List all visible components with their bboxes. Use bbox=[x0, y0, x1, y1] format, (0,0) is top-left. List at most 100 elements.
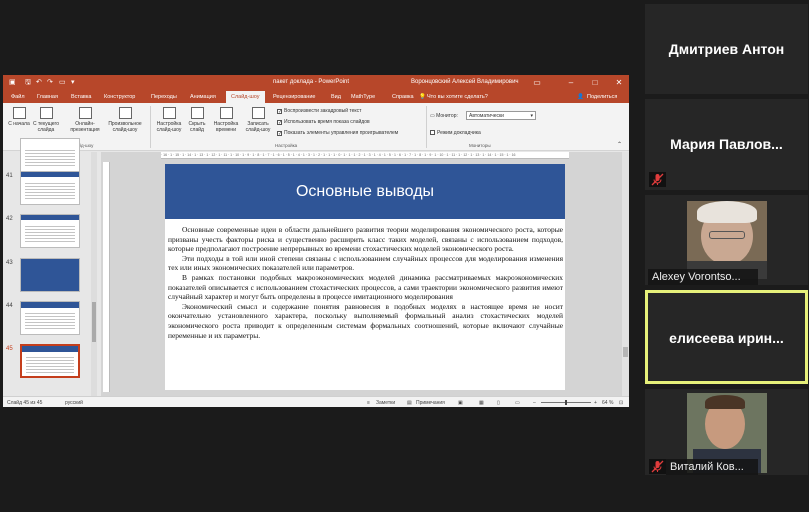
online-present-button[interactable]: Онлайн-презентация bbox=[67, 107, 103, 133]
group-divider bbox=[150, 106, 151, 148]
slide-sorter-icon[interactable]: ▦ bbox=[479, 400, 484, 406]
paragraph: В рамках постановки подобных макроэконом… bbox=[168, 272, 563, 302]
from-start-button[interactable]: С начала bbox=[7, 107, 31, 127]
tab-help[interactable]: Справка bbox=[392, 94, 414, 100]
group-label-setup: Настройка bbox=[275, 143, 298, 148]
ribbon-display-icon[interactable]: ▭ bbox=[527, 75, 547, 90]
slide-thumbnail[interactable] bbox=[20, 214, 80, 248]
slide-number: 45 bbox=[6, 346, 13, 352]
presenter-view-checkbox[interactable]: Режим докладчика bbox=[430, 130, 481, 136]
reading-view-icon[interactable]: ▯ bbox=[497, 400, 500, 406]
slide-editing-area: · 16 · 1 · 15 · 1 · 14 · 1 · 13 · 1 · 12… bbox=[101, 152, 629, 396]
scroll-thumb[interactable] bbox=[623, 347, 628, 357]
tab-file[interactable]: Файл bbox=[11, 94, 25, 100]
hide-slide-button[interactable]: Скрыть слайд bbox=[185, 107, 209, 133]
tab-mathtype[interactable]: MathType bbox=[351, 94, 375, 100]
tab-home[interactable]: Главная bbox=[37, 94, 58, 100]
zoom-level[interactable]: 64 % bbox=[602, 400, 613, 406]
current-slide[interactable]: Основные выводы Основные современные иде… bbox=[165, 164, 565, 390]
shared-screen: ▣ 🖫 ↶ ↷ ▭ ▾ пакет доклада - PowerPoint В… bbox=[3, 75, 629, 407]
start-show-icon[interactable]: ▭ bbox=[59, 78, 66, 86]
tab-transitions[interactable]: Переходы bbox=[151, 94, 177, 100]
empty-checkbox-icon bbox=[430, 130, 435, 135]
slide-thumbnail[interactable] bbox=[20, 171, 80, 205]
account-name[interactable]: Воронцовский Алексей Владимирович bbox=[411, 79, 519, 85]
monitor-select-value: Автоматически bbox=[469, 113, 504, 119]
monitor-select[interactable]: Автоматически ▾ bbox=[466, 111, 536, 120]
play-from-current-icon bbox=[39, 107, 53, 119]
tab-review[interactable]: Рецензирование bbox=[273, 94, 315, 100]
slide-count: Слайд 45 из 45 bbox=[7, 400, 43, 406]
from-current-button[interactable]: С текущего слайда bbox=[31, 107, 61, 133]
save-icon[interactable]: 🖫 bbox=[25, 78, 31, 89]
custom-show-button[interactable]: Произвольное слайд-шоу bbox=[105, 107, 145, 133]
scroll-thumb[interactable] bbox=[92, 302, 96, 342]
tab-insert[interactable]: Вставка bbox=[71, 94, 91, 100]
undo-icon[interactable]: ↶ bbox=[36, 78, 42, 86]
checkmark-icon: ✓ bbox=[277, 131, 283, 137]
status-bar: Слайд 45 из 45 русский ≡ Заметки ▤ Приме… bbox=[3, 396, 629, 407]
zoom-out-button[interactable]: – bbox=[533, 400, 536, 406]
hide-slide-icon bbox=[190, 107, 204, 119]
show-controls-checkbox[interactable]: ✓ Показать элементы управления проигрыват… bbox=[277, 130, 398, 137]
tab-slideshow[interactable]: Слайд-шоу bbox=[226, 91, 265, 103]
close-button[interactable]: ✕ bbox=[609, 75, 629, 90]
custom-show-icon bbox=[118, 107, 132, 119]
thumbnail-scrollbar[interactable] bbox=[91, 152, 97, 396]
hide-slide-label: Скрыть слайд bbox=[188, 121, 206, 133]
slide-body-text[interactable]: Основные современные идеи в области даль… bbox=[168, 225, 563, 340]
maximize-button[interactable]: □ bbox=[585, 75, 605, 90]
minimize-button[interactable]: – bbox=[561, 75, 581, 90]
rehearse-timings-button[interactable]: Настройка времени bbox=[210, 107, 242, 133]
thumbnail-41[interactable]: 41 bbox=[3, 171, 101, 209]
hair-shape bbox=[697, 201, 757, 223]
zoom-in-button[interactable]: + bbox=[594, 400, 597, 406]
comments-button[interactable]: Примечания bbox=[416, 400, 445, 406]
thumbnail-43[interactable]: 43 bbox=[3, 258, 101, 296]
thumbnail-45[interactable]: 45 bbox=[3, 344, 101, 382]
collapse-ribbon-icon[interactable]: ⌃ bbox=[617, 141, 622, 148]
vertical-ruler bbox=[103, 162, 110, 392]
paragraph: Основные современные идеи в области даль… bbox=[168, 225, 563, 254]
tab-animations[interactable]: Анимация bbox=[190, 94, 216, 100]
participant-tile[interactable]: Мария Павлов... bbox=[645, 99, 808, 190]
slide-thumbnail[interactable] bbox=[20, 138, 80, 172]
language-indicator[interactable]: русский bbox=[65, 400, 83, 406]
play-narrations-checkbox[interactable]: ✓ Воспроизвести закадровый текст bbox=[277, 108, 361, 115]
slide-title[interactable]: Основные выводы bbox=[165, 164, 565, 219]
zoom-slider-thumb[interactable] bbox=[565, 400, 567, 405]
use-timings-checkbox[interactable]: ✓ Использовать время показа слайдов bbox=[277, 119, 370, 126]
share-button[interactable]: Поделиться bbox=[587, 94, 617, 100]
record-show-button[interactable]: Записать слайд-шоу bbox=[243, 107, 273, 133]
use-timings-label: Использовать время показа слайдов bbox=[284, 119, 370, 125]
customize-qa-icon[interactable]: ▾ bbox=[71, 78, 75, 86]
notes-button[interactable]: Заметки bbox=[376, 400, 395, 406]
slide-thumbnail[interactable] bbox=[20, 301, 80, 335]
tab-view[interactable]: Вид bbox=[331, 94, 341, 100]
slide-scrollbar[interactable] bbox=[622, 152, 629, 396]
thumbnail-44[interactable]: 44 bbox=[3, 301, 101, 339]
participant-tile[interactable]: Дмитриев Антон bbox=[645, 4, 808, 94]
participant-name: елисеева ирин... bbox=[669, 330, 784, 346]
thumbnail-42[interactable]: 42 bbox=[3, 214, 101, 252]
normal-view-icon[interactable]: ▣ bbox=[458, 400, 463, 406]
participant-video-tile[interactable]: Alexey Vorontso... bbox=[645, 195, 808, 285]
setup-show-icon bbox=[162, 107, 176, 119]
presenter-view-label: Режим докладчика bbox=[437, 130, 481, 136]
monitor-label-text: Монитор: bbox=[436, 113, 458, 119]
from-current-label: С текущего слайда bbox=[32, 121, 60, 133]
slide-thumbnail-selected[interactable] bbox=[20, 344, 80, 378]
tab-design[interactable]: Конструктор bbox=[104, 94, 135, 100]
checkmark-icon: ✓ bbox=[277, 109, 283, 115]
slide-thumbnail[interactable] bbox=[20, 258, 80, 292]
setup-show-button[interactable]: Настройка слайд-шоу bbox=[153, 107, 185, 133]
fit-slide-icon[interactable]: ⊡ bbox=[619, 400, 623, 406]
participant-video-tile[interactable]: Виталий Ков... bbox=[645, 389, 808, 475]
slide-number: 41 bbox=[6, 173, 13, 179]
ppt-logo-icon: ▣ bbox=[9, 79, 16, 86]
redo-icon[interactable]: ↷ bbox=[47, 78, 53, 86]
tell-me-search[interactable]: Что вы хотите сделать? bbox=[427, 94, 488, 100]
slideshow-view-icon[interactable]: ▭ bbox=[515, 400, 520, 406]
horizontal-ruler: · 16 · 1 · 15 · 1 · 14 · 1 · 13 · 1 · 12… bbox=[161, 152, 569, 159]
active-speaker-tile[interactable]: елисеева ирин... bbox=[645, 290, 808, 384]
